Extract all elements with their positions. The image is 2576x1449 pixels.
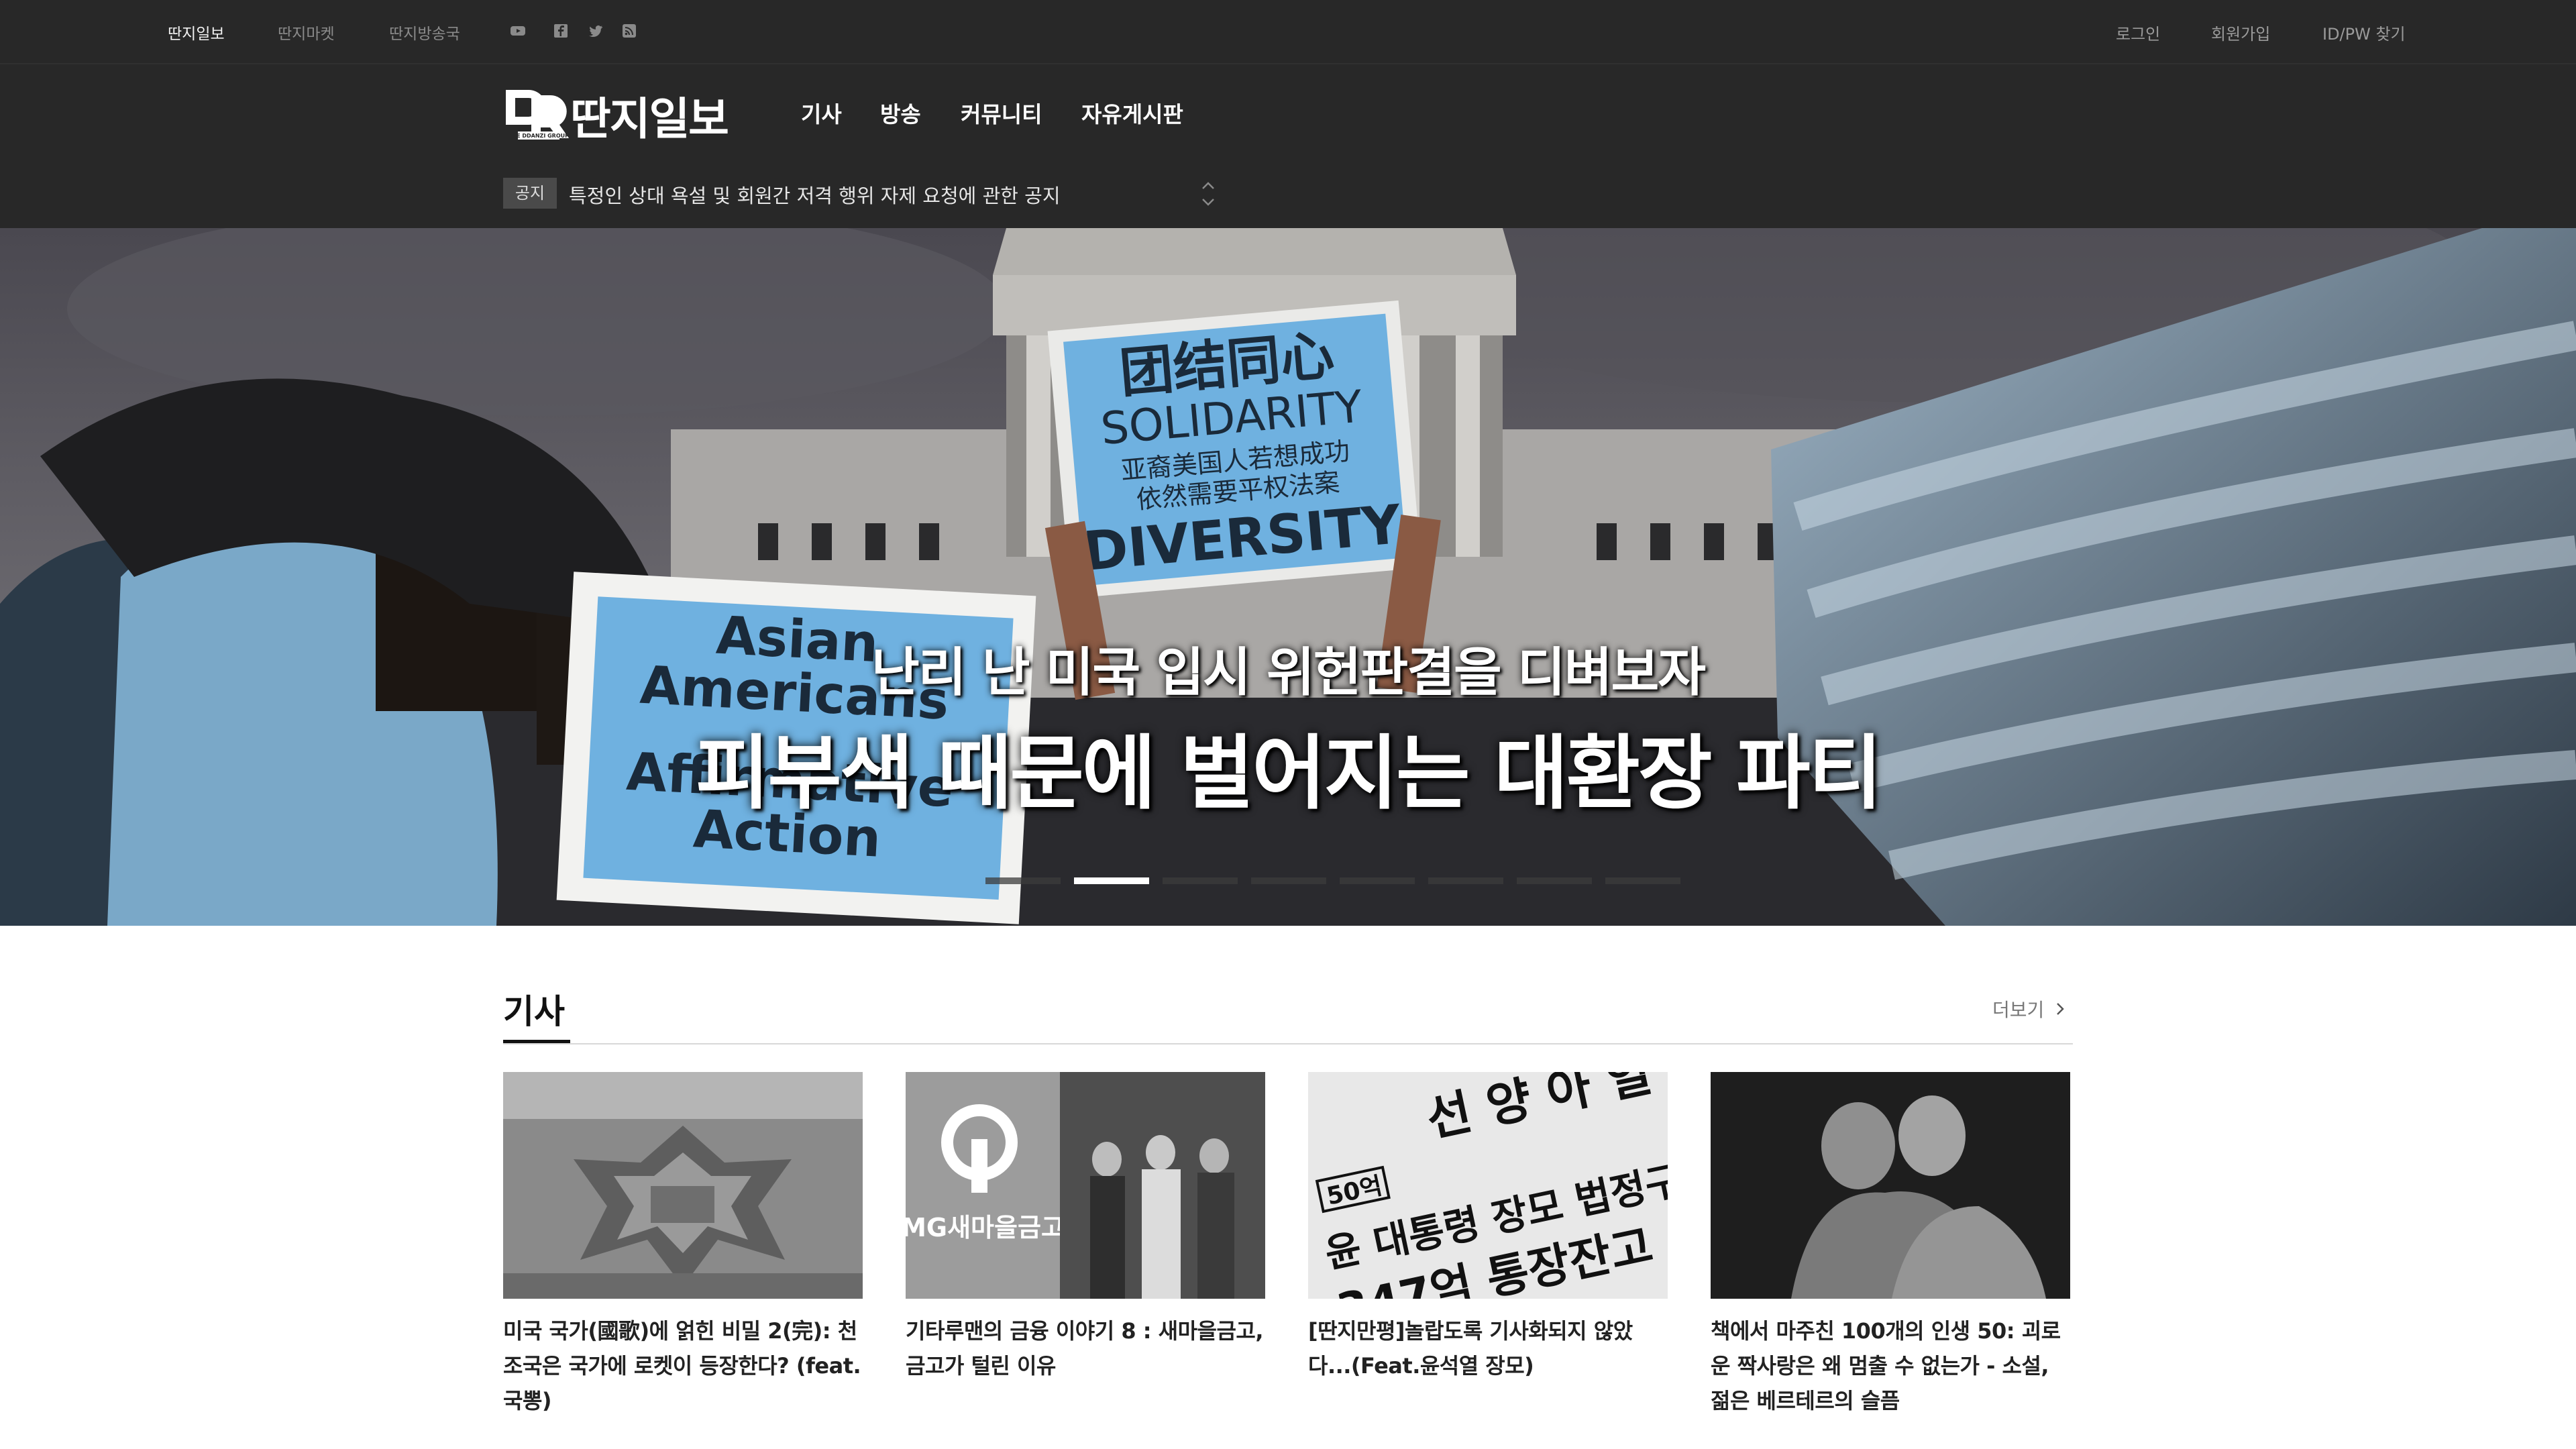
article-thumbnail-book[interactable]	[1711, 1072, 2070, 1299]
twitter-icon[interactable]	[588, 23, 604, 39]
article-title[interactable]: 미국 국가(國歌)에 얽힌 비밀 2(完): 천조국은 국가에 로켓이 등장한다…	[503, 1313, 863, 1418]
nav-articles[interactable]: 기사	[801, 97, 842, 129]
logo-mark-icon: THE DDANZI GROUP	[506, 90, 569, 140]
slider-dot[interactable]	[1340, 877, 1415, 884]
svg-text:THE DDANZI GROUP: THE DDANZI GROUP	[508, 133, 569, 139]
youtube-icon[interactable]	[510, 23, 526, 39]
slider-dot[interactable]	[1163, 877, 1238, 884]
slider-dot[interactable]	[1517, 877, 1592, 884]
slider-dot[interactable]	[1251, 877, 1326, 884]
hero-title[interactable]: 피부색 때문에 벌어지는 대환장 파티	[0, 708, 2576, 824]
nav-community[interactable]: 커뮤니티	[961, 97, 1042, 129]
article-card[interactable]: MG새마을금고 기타루맨의 금융 이야기 8 : 새마을금고, 금고가 털린 이…	[906, 1072, 1265, 1383]
facebook-icon[interactable]	[553, 23, 569, 39]
article-card[interactable]: 미국 국가(國歌)에 얽힌 비밀 2(完): 천조국은 국가에 로켓이 등장한다…	[503, 1072, 863, 1418]
chevron-right-icon	[2055, 999, 2065, 1021]
article-title[interactable]: 책에서 마주친 100개의 인생 50: 괴로운 짝사랑은 왜 멈출 수 없는가…	[1711, 1313, 2070, 1418]
hero-subtitle[interactable]: 난리 난 미국 입시 위헌판결을 디벼보자	[0, 631, 2576, 706]
article-card[interactable]: 책에서 마주친 100개의 인생 50: 괴로운 짝사랑은 왜 멈출 수 없는가…	[1711, 1072, 2070, 1418]
article-title[interactable]: [딴지만평]놀랍도록 기사화되지 않았다...(Feat.윤석열 장모)	[1308, 1313, 1668, 1383]
article-thumbnail-fort[interactable]	[503, 1072, 863, 1299]
nav-free-board[interactable]: 자유게시판	[1081, 97, 1183, 129]
section-divider	[503, 1043, 2073, 1044]
site-logo[interactable]: THE DDANZI GROUP 딴지일보	[503, 80, 745, 154]
more-label: 더보기	[1992, 999, 2045, 1021]
hero-slider[interactable]: Asian Americans Affirmative Action 团结同心 …	[0, 228, 2576, 926]
slider-dot[interactable]	[1428, 877, 1503, 884]
article-thumbnail-mg-bank[interactable]: MG새마을금고	[906, 1072, 1265, 1299]
section-title-articles: 기사	[503, 992, 565, 1031]
nav-broadcast[interactable]: 방송	[880, 97, 921, 129]
notice-badge: 공지	[503, 178, 557, 209]
svg-text:MG새마을금고: MG새마을금고	[906, 1213, 1065, 1242]
find-id-pw-link[interactable]: ID/PW 찾기	[2322, 21, 2406, 44]
rss-icon[interactable]	[621, 23, 637, 39]
site-link-ddanzi-ilbo[interactable]: 딴지일보	[168, 21, 225, 44]
notice-scroll-arrows-icon[interactable]	[1198, 179, 1218, 209]
logo-text: 딴지일보	[570, 93, 729, 145]
article-thumbnail-newspaper[interactable]: 선 양 아 일 50억 윤 대통령 장모 법정구속 347억 통장잔고 위	[1308, 1072, 1668, 1299]
notice-link[interactable]: 특정인 상대 욕설 및 회원간 저격 행위 자제 요청에 관한 공지	[569, 180, 1061, 209]
slider-dot[interactable]	[1605, 877, 1680, 884]
site-link-ddanzi-broadcast[interactable]: 딴지방송국	[389, 21, 460, 44]
article-title[interactable]: 기타루맨의 금융 이야기 8 : 새마을금고, 금고가 털린 이유	[906, 1313, 1265, 1383]
article-card[interactable]: 선 양 아 일 50억 윤 대통령 장모 법정구속 347억 통장잔고 위 [딴…	[1308, 1072, 1668, 1383]
slider-dot[interactable]	[985, 877, 1061, 884]
more-articles-link[interactable]: 더보기	[1992, 996, 2065, 1022]
signup-link[interactable]: 회원가입	[2211, 21, 2270, 44]
slider-dot-active[interactable]	[1074, 877, 1149, 884]
login-link[interactable]: 로그인	[2116, 21, 2160, 44]
main-header: THE DDANZI GROUP 딴지일보 기사 방송 커뮤니티 자유게시판 공…	[0, 64, 2576, 228]
site-link-ddanzi-market[interactable]: 딴지마켓	[278, 21, 335, 44]
top-utility-bar: 딴지일보 딴지마켓 딴지방송국 로그인 회원가입 ID/PW 찾기	[0, 0, 2576, 64]
